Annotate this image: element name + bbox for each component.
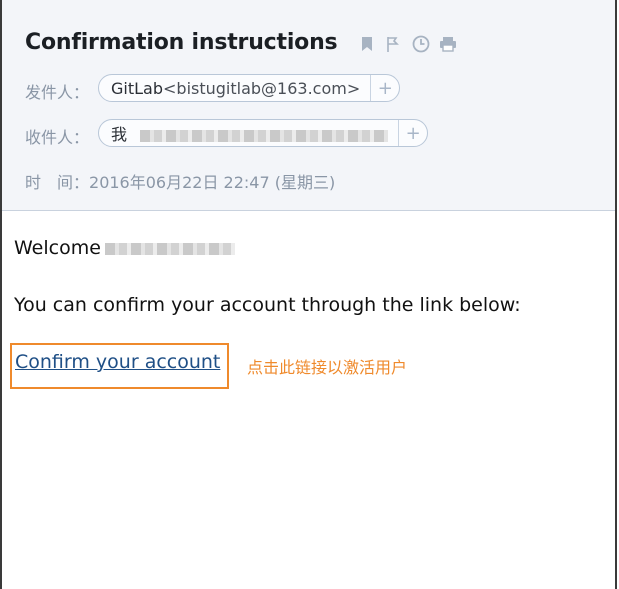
time-row: 时 间：2016年06月22日 22:47 (星期三) [25,169,335,193]
greeting: Welcome [14,237,101,259]
clock-icon[interactable] [412,35,430,53]
from-label: 发件人： [25,83,90,102]
to-recipient[interactable]: 我 [99,121,398,145]
time-label: 时 间： [25,173,90,192]
time-value: 2016年06月22日 22:47 (星期三) [89,173,336,192]
annotation-note: 点击此链接以激活用户 [247,358,408,377]
flag-icon[interactable] [385,35,403,53]
from-pill[interactable]: GitLab<bistugitlab@163.com> + [98,74,401,102]
from-row: 发件人： [25,79,89,103]
add-contact-to-button[interactable]: + [398,120,427,146]
bookmark-icon[interactable] [358,35,376,53]
email-header: Confirmation instructions 发件人： GitLab<bi… [2,0,615,211]
from-sender[interactable]: GitLab<bistugitlab@163.com> [99,79,370,98]
body-line-1: You can confirm your account through the… [14,294,521,316]
confirm-account-link[interactable]: Confirm your account [15,351,220,373]
print-icon[interactable] [439,35,457,53]
from-name: GitLab [111,78,163,98]
add-contact-from-button[interactable]: + [370,75,399,101]
greeting-line: Welcome [14,237,235,259]
from-address: <bistugitlab@163.com> [163,78,361,98]
email-subject: Confirmation instructions [25,30,338,55]
redacted-username [104,242,235,255]
to-label: 收件人： [25,128,90,147]
subject-actions [358,34,457,54]
to-row: 收件人： [25,124,89,148]
to-pill[interactable]: 我 + [98,119,429,147]
to-name: 我 [111,125,128,144]
redacted-address [140,129,389,142]
